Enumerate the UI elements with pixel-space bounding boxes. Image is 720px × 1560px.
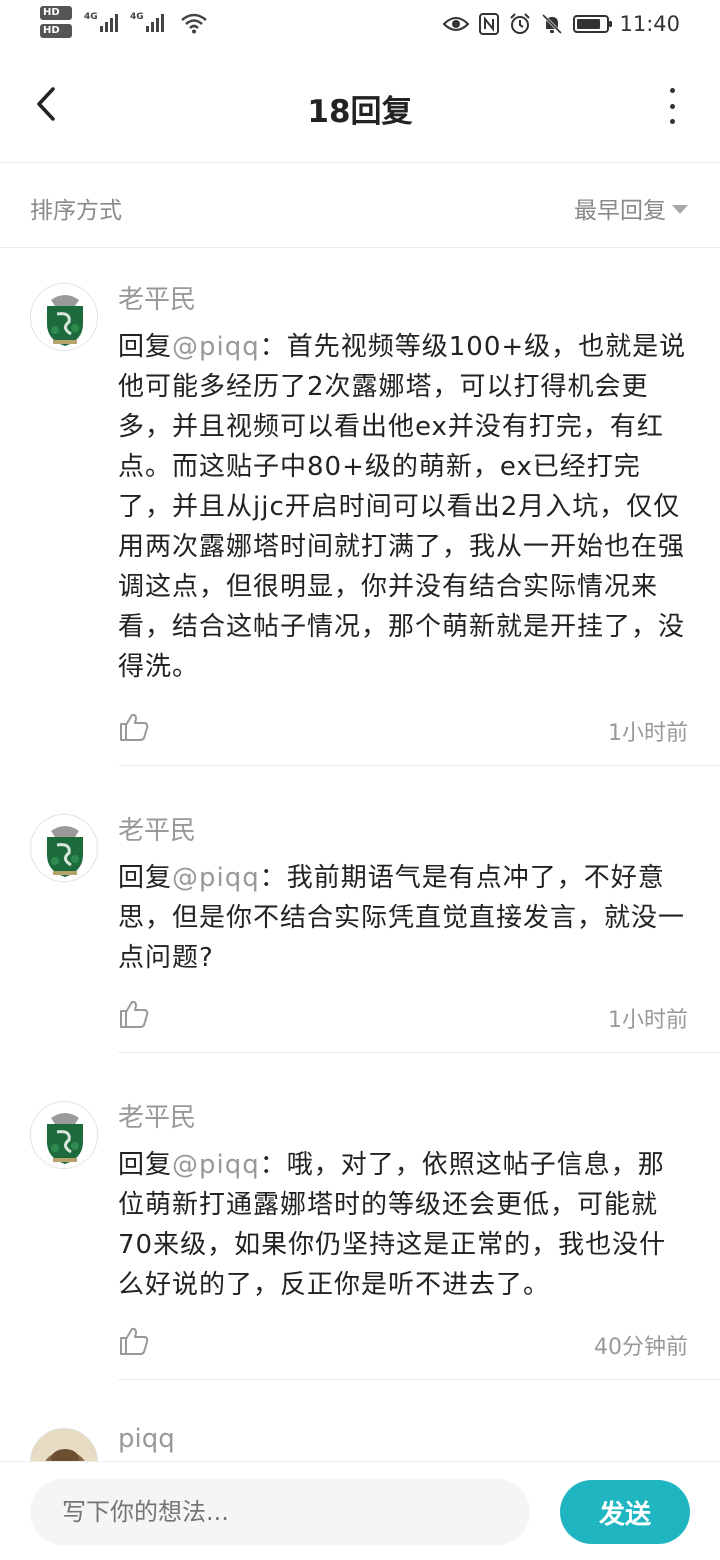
- reply-author[interactable]: piqq: [118, 1424, 175, 1454]
- eye-icon: [443, 17, 470, 31]
- reply-item: 老平民 回复@piqq：首先视频等级100+级，也就是说他可能多经历了2次露娜塔…: [30, 249, 720, 766]
- reply-meta: 1小时前: [118, 711, 720, 747]
- sort-bar: 排序方式 最早回复: [0, 163, 720, 248]
- sort-selected-value: 最早回复: [574, 198, 666, 224]
- battery-icon: [573, 15, 613, 33]
- reply-prefix: 回复: [118, 863, 173, 893]
- thumbs-up-icon[interactable]: [118, 711, 150, 743]
- mention-link[interactable]: @piqq: [172, 1150, 260, 1180]
- mute-icon: [542, 13, 563, 35]
- reply-body: 回复@piqq：首先视频等级100+级，也就是说他可能多经历了2次露娜塔，可以打…: [118, 327, 690, 687]
- reply-prefix: 回复: [118, 332, 173, 362]
- reply-author[interactable]: 老平民: [118, 279, 196, 316]
- reply-meta: 1小时前: [118, 998, 720, 1034]
- wifi-icon: [181, 13, 207, 34]
- reply-input[interactable]: [30, 1479, 530, 1545]
- thumbs-up-icon[interactable]: [118, 1325, 150, 1357]
- avatar[interactable]: [30, 283, 98, 351]
- more-vertical-icon: [669, 88, 675, 93]
- reply-meta: 40分钟前: [118, 1325, 720, 1361]
- mention-link[interactable]: @piqq: [172, 332, 260, 362]
- clock: 11:40: [619, 12, 680, 36]
- avatar[interactable]: [30, 1101, 98, 1169]
- send-button[interactable]: 发送: [560, 1480, 690, 1544]
- signal-icon: 4G: [130, 6, 164, 32]
- reply-timestamp: 1小时前: [608, 721, 688, 746]
- mention-link[interactable]: @piqq: [172, 863, 260, 893]
- sim1-badge: HD 1: [40, 6, 72, 32]
- reply-author[interactable]: 老平民: [118, 1097, 196, 1134]
- crest-icon: [31, 1102, 97, 1168]
- compose-bar: 发送: [0, 1461, 720, 1560]
- reply-body: 回复@piqq：我前期语气是有点冲了，不好意思，但是你不结合实际凭直觉直接发言，…: [118, 858, 690, 978]
- reply-list: 老平民 回复@piqq：首先视频等级100+级，也就是说他可能多经历了2次露娜塔…: [0, 249, 720, 1520]
- avatar[interactable]: [30, 814, 98, 882]
- crest-icon: [31, 284, 97, 350]
- alarm-icon: [510, 13, 531, 34]
- reply-body: 回复@piqq：哦，对了，依照这帖子信息，那位萌新打通露娜塔时的等级还会更低，可…: [118, 1145, 690, 1305]
- status-bar: HD 1 HD 2 4G 4G: [0, 0, 720, 50]
- reply-text: ：首先视频等级100+级，也就是说他可能多经历了2次露娜塔，可以打得机会更多，并…: [118, 332, 687, 682]
- sim2-badge: HD 2: [40, 24, 72, 50]
- sort-label: 排序方式: [30, 198, 122, 224]
- reply-author[interactable]: 老平民: [118, 810, 196, 847]
- reply-item: 老平民 回复@piqq：哦，对了，依照这帖子信息，那位萌新打通露娜塔时的等级还会…: [30, 1053, 720, 1380]
- reply-timestamp: 40分钟前: [594, 1335, 688, 1360]
- more-options-button[interactable]: [660, 88, 684, 124]
- reply-item: 老平民 回复@piqq：我前期语气是有点冲了，不好意思，但是你不结合实际凭直觉直…: [30, 766, 720, 1053]
- caret-down-icon: [672, 204, 688, 214]
- reply-timestamp: 1小时前: [608, 1008, 688, 1033]
- thumbs-up-icon[interactable]: [118, 998, 150, 1030]
- reply-prefix: 回复: [118, 1150, 173, 1180]
- signal-icon: 4G: [84, 6, 118, 32]
- crest-icon: [31, 815, 97, 881]
- top-app-bar: 18回复: [0, 50, 720, 163]
- page-title: 18回复: [307, 94, 413, 130]
- sort-dropdown[interactable]: 最早回复: [574, 191, 688, 225]
- nfc-icon: [479, 13, 500, 35]
